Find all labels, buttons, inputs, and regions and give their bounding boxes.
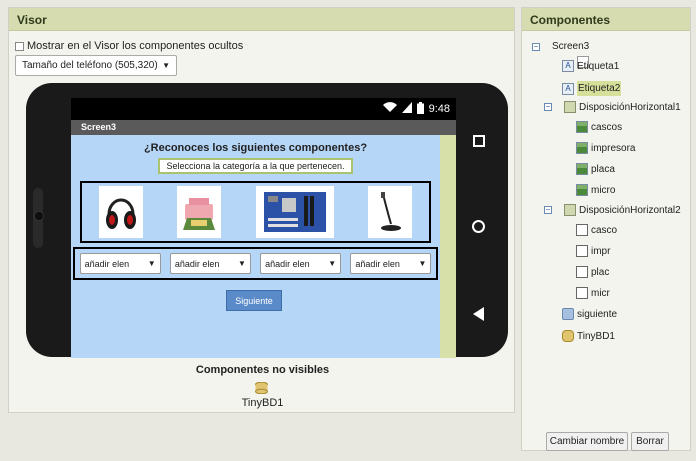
select-row[interactable]: añadir elen ▼ añadir elen ▼ añadir elen ▼ a… <box>73 247 438 280</box>
headphones-image[interactable] <box>99 186 144 238</box>
nonvisible-title: Componentes no visibles <box>195 364 330 376</box>
database-icon[interactable] <box>255 381 268 397</box>
app-scroll-strip <box>440 135 456 358</box>
app-body: ¿Reconoces los siguientes componentes? S… <box>71 135 440 358</box>
image-icon <box>576 184 588 196</box>
label-icon: A <box>562 60 574 72</box>
category-select-2[interactable]: añadir elen ▼ <box>169 253 251 274</box>
microphone-image[interactable] <box>367 186 412 238</box>
tree-item-cascos[interactable]: cascos <box>576 121 622 133</box>
category-select-1[interactable]: añadir elen ▼ <box>79 253 161 274</box>
tree-item-etiqueta2[interactable]: A Etiqueta2 <box>562 81 622 96</box>
tree-item-tinydb[interactable]: TinyBD1 <box>562 330 615 342</box>
wifi-icon <box>382 102 397 116</box>
battery-icon <box>416 101 424 117</box>
rename-button[interactable]: Cambiar nombre <box>546 432 628 451</box>
question-title: ¿Reconoces los siguientes componentes? <box>143 142 368 154</box>
horizontal-arrangement-icon <box>564 101 576 113</box>
label-icon: A <box>562 82 574 95</box>
chevron-down-icon: ▼ <box>418 259 427 268</box>
back-icon <box>473 307 484 322</box>
recent-apps-icon <box>472 134 485 147</box>
show-hidden-checkbox[interactable] <box>15 41 24 51</box>
phone-camera <box>34 211 44 221</box>
tree-item-hz1[interactable]: − DisposiciónHorizontal1 <box>544 101 681 113</box>
tree-item-casco[interactable]: casco <box>576 224 617 236</box>
printer-image[interactable] <box>177 186 222 238</box>
collapse-icon[interactable]: − <box>544 206 552 214</box>
image-icon <box>576 163 588 175</box>
home-icon <box>472 220 485 234</box>
tree-item-impr[interactable]: impr <box>576 245 610 257</box>
chevron-down-icon: ▼ <box>147 259 156 268</box>
tree-item-etiqueta1[interactable]: A Etiqueta1 <box>562 60 619 72</box>
visor-panel: Visor Mostrar en el Visor los componente… <box>8 7 515 413</box>
status-time: 9:48 <box>428 103 450 115</box>
components-header: Componentes <box>522 8 690 31</box>
components-panel: Componentes − Screen3 A Etiqueta1 A Etiq… <box>521 7 691 451</box>
tree-item-plac[interactable]: plac <box>576 266 609 278</box>
dropdown-icon <box>576 245 588 257</box>
image-row[interactable] <box>80 181 431 243</box>
phone-nav-bar <box>456 98 501 358</box>
button-icon <box>562 308 574 320</box>
instruction-label[interactable]: Selecciona la categoría a la que pertene… <box>158 158 353 174</box>
phone-frame: 9:48 Screen3 ¿Reconoces los siguientes c… <box>26 83 508 358</box>
category-select-4[interactable]: añadir elen ▼ <box>350 253 432 274</box>
collapse-icon[interactable]: − <box>544 103 552 111</box>
tree-item-hz2[interactable]: − DisposiciónHorizontal2 <box>544 204 681 216</box>
phone-size-value: Tamaño del teléfono (505,320) <box>22 60 158 71</box>
chevron-down-icon: ▼ <box>237 259 246 268</box>
nonvisible-item[interactable]: TinyBD1 <box>9 397 516 409</box>
chevron-down-icon: ▼ <box>328 259 337 268</box>
image-icon <box>576 142 588 154</box>
dropdown-icon <box>576 287 588 299</box>
delete-button[interactable]: Borrar <box>631 432 669 451</box>
chevron-down-icon: ▼ <box>162 61 170 70</box>
tree-item-micro[interactable]: micro <box>576 184 615 196</box>
tree-item-micr[interactable]: micr <box>576 287 610 299</box>
tree-item-impresora[interactable]: impresora <box>576 142 635 154</box>
phone-screen: 9:48 Screen3 ¿Reconoces los siguientes c… <box>71 98 456 358</box>
collapse-icon[interactable]: − <box>532 42 540 51</box>
visor-header: Visor <box>9 8 514 31</box>
status-bar: 9:48 <box>71 98 456 120</box>
tree-item-placa[interactable]: placa <box>576 163 615 175</box>
dropdown-icon <box>576 266 588 278</box>
show-hidden-row[interactable]: Mostrar en el Visor los componentes ocul… <box>15 40 243 52</box>
next-button[interactable]: Siguiente <box>226 290 282 311</box>
signal-icon <box>401 102 412 116</box>
tree-item-screen3[interactable]: − Screen3 <box>532 41 589 68</box>
database-icon <box>562 330 574 342</box>
show-hidden-label: Mostrar en el Visor los componentes ocul… <box>27 40 244 52</box>
app-titlebar: Screen3 <box>71 120 456 135</box>
phone-size-select[interactable]: Tamaño del teléfono (505,320) ▼ <box>15 55 177 76</box>
tree-item-siguiente[interactable]: siguiente <box>562 308 617 320</box>
category-select-3[interactable]: añadir elen ▼ <box>260 253 342 274</box>
dropdown-icon <box>576 224 588 236</box>
motherboard-image[interactable] <box>255 186 334 238</box>
image-icon <box>576 121 588 133</box>
horizontal-arrangement-icon <box>564 204 576 216</box>
